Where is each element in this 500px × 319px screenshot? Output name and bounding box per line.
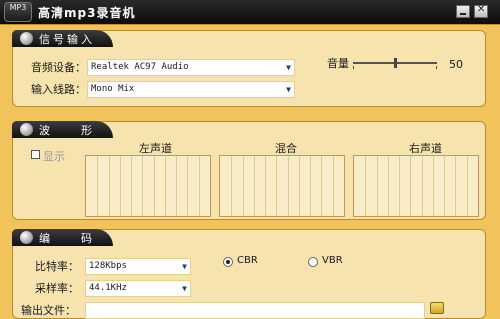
meter-bar [131, 156, 132, 216]
right-channel-label: 右声道 [409, 142, 442, 155]
left-channel-meter [85, 155, 211, 217]
encode-panel: 编 码 比特率： 128Kbps ▼ 采样率： 44.1KHz ▼ CBR VB… [12, 229, 486, 319]
chevron-down-icon: ▼ [286, 85, 291, 94]
folder-open-icon[interactable] [430, 302, 444, 314]
meter-bar [187, 156, 188, 216]
signal-input-panel: 信号输入 音频设备： Realtek AC97 Audio ▼ 输入线路： Mo… [12, 30, 486, 107]
line-select-value: Mono Mix [91, 84, 135, 94]
mix-meter [219, 155, 345, 217]
mix-label: 混合 [275, 142, 297, 155]
show-label: 显示 [43, 150, 65, 163]
device-select[interactable]: Realtek AC97 Audio ▼ [87, 59, 295, 76]
chevron-down-icon: ▼ [182, 284, 187, 293]
right-channel-meter [353, 155, 479, 217]
vbr-label: VBR [322, 255, 343, 266]
meter-bar [299, 156, 300, 216]
meter-bar [254, 156, 255, 216]
meter-bar [176, 156, 177, 216]
meter-bar [365, 156, 366, 216]
device-label: 音频设备： [31, 61, 86, 74]
meter-bar [97, 156, 98, 216]
chevron-down-icon: ▼ [182, 262, 187, 271]
window-title: 高清mp3录音机 [38, 6, 136, 20]
encode-title: 编 码 [39, 231, 95, 245]
device-select-value: Realtek AC97 Audio [91, 62, 189, 72]
waveform-icon [20, 123, 33, 136]
meter-bar [377, 156, 378, 216]
meter-bar [388, 156, 389, 216]
meter-bar [120, 156, 121, 216]
output-file-label: 输出文件： [21, 304, 76, 317]
waveform-title: 波 形 [39, 123, 95, 137]
meter-bar [467, 156, 468, 216]
meter-bar [333, 156, 334, 216]
volume-value: 50 [449, 58, 463, 71]
meter-bar [199, 156, 200, 216]
waveform-panel: 波 形 显示 左声道 混合 右声道 [12, 121, 486, 220]
samplerate-label: 采样率： [35, 282, 79, 295]
samplerate-select[interactable]: 44.1KHz ▼ [85, 280, 191, 297]
show-checkbox[interactable] [31, 150, 40, 159]
close-button[interactable] [474, 4, 488, 18]
bitrate-label: 比特率： [35, 260, 79, 273]
meter-bar [399, 156, 400, 216]
meter-bar [231, 156, 232, 216]
encode-header: 编 码 [12, 229, 113, 246]
minimize-button[interactable] [456, 5, 470, 18]
samplerate-select-value: 44.1KHz [89, 283, 127, 293]
cbr-radio[interactable] [223, 257, 233, 267]
meter-bar [165, 156, 166, 216]
meter-bar [310, 156, 311, 216]
meter-bar [154, 156, 155, 216]
meter-bar [321, 156, 322, 216]
meter-bar [422, 156, 423, 216]
output-file-input[interactable] [85, 302, 425, 319]
meter-bar [142, 156, 143, 216]
meter-bar [288, 156, 289, 216]
signal-input-title: 信号输入 [39, 32, 95, 46]
volume-tick-min [353, 66, 354, 69]
left-channel-label: 左声道 [139, 142, 172, 155]
meter-bar [455, 156, 456, 216]
meter-bar [265, 156, 266, 216]
title-bar: MP3 高清mp3录音机 [0, 0, 500, 25]
app-icon: MP3 [4, 2, 32, 22]
encode-icon [20, 231, 33, 244]
line-label: 输入线路： [31, 83, 86, 96]
meter-bar [410, 156, 411, 216]
bitrate-select[interactable]: 128Kbps ▼ [85, 258, 191, 275]
meter-bar [276, 156, 277, 216]
waveform-header: 波 形 [12, 121, 113, 138]
signal-input-header: 信号输入 [12, 30, 113, 47]
chevron-down-icon: ▼ [286, 63, 291, 72]
meter-bar [444, 156, 445, 216]
bitrate-select-value: 128Kbps [89, 261, 127, 271]
meter-bar [243, 156, 244, 216]
volume-slider-thumb[interactable] [394, 58, 397, 68]
meter-bar [433, 156, 434, 216]
volume-label: 音量 [327, 57, 349, 70]
volume-tick-max [436, 66, 437, 69]
meter-bar [109, 156, 110, 216]
cbr-label: CBR [237, 255, 258, 266]
line-select[interactable]: Mono Mix ▼ [87, 81, 295, 98]
speaker-icon [20, 32, 33, 45]
vbr-radio[interactable] [308, 257, 318, 267]
